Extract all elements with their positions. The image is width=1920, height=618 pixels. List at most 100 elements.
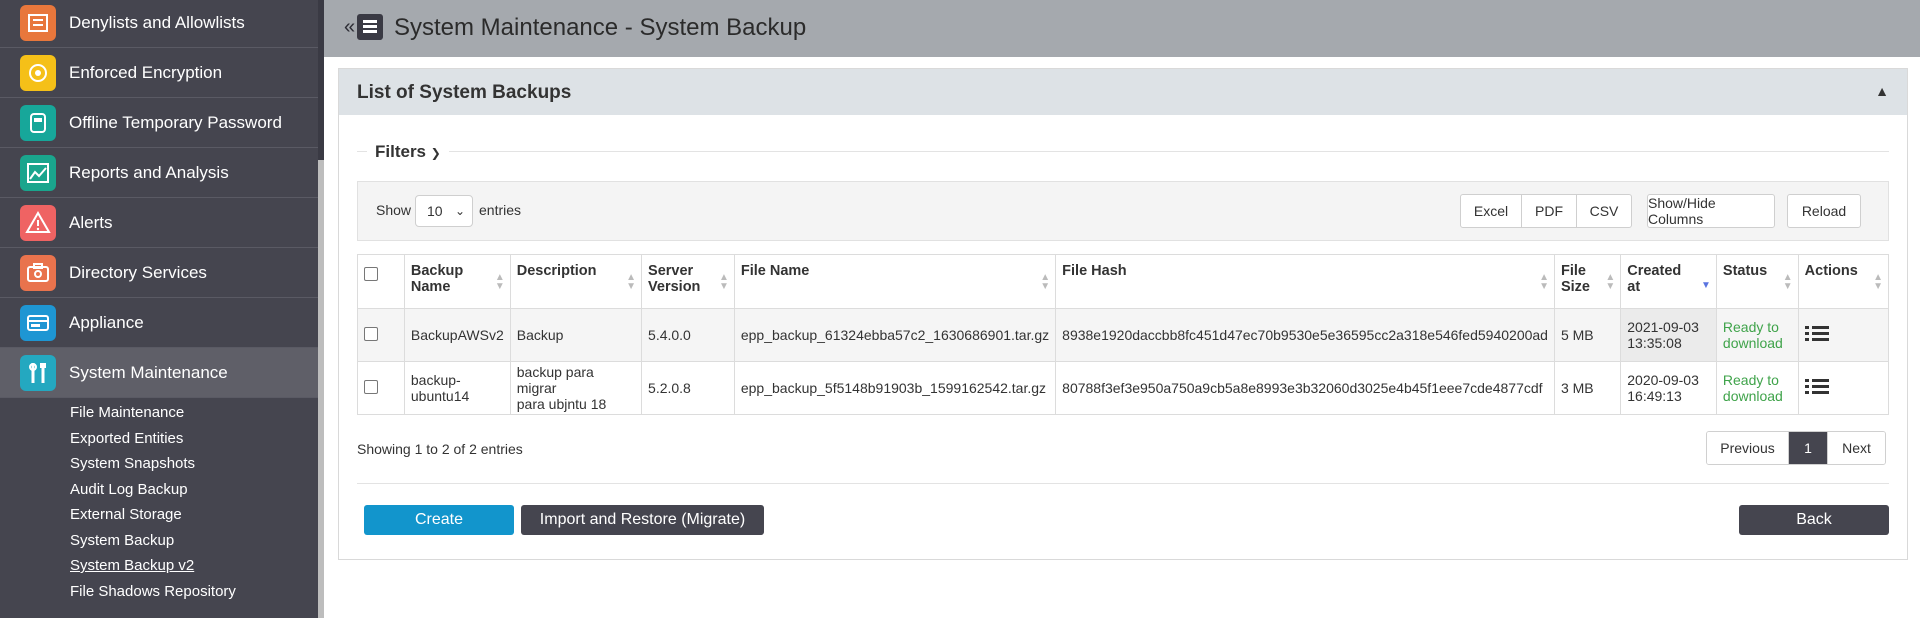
next-page-button[interactable]: Next — [1827, 432, 1885, 464]
cell-status: Ready to download — [1715, 361, 1799, 415]
cell-status: Ready to download — [1715, 308, 1799, 362]
cell-text: 13:35:08 — [1627, 335, 1682, 351]
sub-item-system-snapshots[interactable]: System Snapshots — [70, 455, 195, 472]
sidebar-item-denylists[interactable]: Denylists and Allowlists — [0, 0, 318, 48]
sidebar-item-label: Alerts — [69, 212, 113, 232]
header-label: Created — [1627, 263, 1682, 279]
sub-item-file-maintenance[interactable]: File Maintenance — [70, 404, 184, 421]
sort-icon: ▲ ▼ — [1782, 272, 1793, 292]
alert-icon — [20, 204, 56, 241]
cell-text: 2021-09-03 — [1627, 319, 1699, 335]
column-header-status[interactable]: Status ▲ ▼ — [1715, 254, 1799, 309]
export-excel-button[interactable]: Excel — [1460, 194, 1522, 228]
page-button-1[interactable]: 1 — [1789, 432, 1827, 464]
table-row[interactable]: backup-ubuntu14 backup para migrar para u… — [357, 361, 1890, 415]
sidebar-item-reports[interactable]: Reports and Analysis — [0, 148, 318, 198]
sub-item-audit-log-backup[interactable]: Audit Log Backup — [70, 481, 188, 498]
appliance-icon — [20, 304, 56, 341]
header-label: Backup — [410, 263, 464, 279]
row-checkbox[interactable] — [364, 379, 378, 394]
sub-item-exported-entities[interactable]: Exported Entities — [70, 430, 183, 447]
cell-text: 2020-09-03 — [1627, 372, 1699, 388]
cell-server-version: 5.2.0.8 — [641, 361, 735, 415]
tools-icon — [20, 354, 56, 391]
sidebar-item-label: Denylists and Allowlists — [69, 12, 245, 32]
column-header-backup-name[interactable]: Backup Name ▲ ▼ — [403, 254, 511, 309]
header-label: Name — [410, 279, 451, 295]
column-header-file-hash[interactable]: File Hash ▲ ▼ — [1055, 254, 1555, 309]
import-restore-button[interactable]: Import and Restore (Migrate) — [521, 505, 764, 535]
cell-text: backup para migrar — [516, 364, 594, 396]
table-row[interactable]: BackupAWSv2 Backup 5.4.0.0 epp_backup_61… — [357, 308, 1890, 362]
export-pdf-button[interactable]: PDF — [1521, 194, 1577, 228]
column-header-file-name[interactable]: File Name ▲ ▼ — [733, 254, 1057, 309]
column-header-server-version[interactable]: Server Version ▲ ▼ — [641, 254, 735, 309]
sidebar-toggle-button[interactable]: « — [344, 14, 384, 40]
header-label: File — [1560, 263, 1586, 279]
cell-created-at: 2021-09-03 13:35:08 — [1620, 308, 1717, 362]
status-text: download — [1722, 388, 1783, 404]
sort-descending-icon: ▼ — [1701, 280, 1711, 291]
export-csv-button[interactable]: CSV — [1576, 194, 1632, 228]
chevron-down-icon: ❯ — [430, 146, 441, 160]
sidebar: Denylists and Allowlists Enforced Encryp… — [0, 0, 324, 618]
sub-item-system-backup[interactable]: System Backup — [70, 532, 174, 549]
select-all-checkbox[interactable] — [364, 267, 378, 281]
cell-created-at: 2020-09-03 16:49:13 — [1620, 361, 1717, 415]
filters-divider — [357, 151, 1889, 152]
cell-file-size: 3 MB — [1553, 361, 1622, 415]
cell-backup-name: backup-ubuntu14 — [403, 361, 511, 415]
sidebar-item-offline-password[interactable]: Offline Temporary Password — [0, 98, 318, 148]
sidebar-item-system-maintenance[interactable]: System Maintenance — [0, 348, 318, 398]
show-hide-columns-button[interactable]: Show/Hide Columns — [1647, 194, 1775, 228]
page-title: System Maintenance - System Backup — [394, 14, 807, 41]
double-chevron-left-icon: « — [344, 16, 356, 38]
cell-description: backup para migrar para ubjntu 18 — [509, 361, 643, 415]
panel-title: List of System Backups — [357, 82, 572, 103]
page-length-select[interactable]: 10 ⌄ — [415, 195, 473, 227]
status-text: Ready to — [1722, 372, 1779, 388]
table-header-row: Backup Name ▲ ▼ Description ▲ ▼ Server Version… — [357, 254, 1890, 309]
collapse-panel-icon[interactable]: ▲ — [1875, 83, 1889, 99]
column-header-created-at[interactable]: Created at ▼ — [1620, 254, 1717, 309]
cell-description: Backup — [509, 308, 643, 362]
previous-page-button[interactable]: Previous — [1707, 432, 1789, 464]
page-length-value: 10 — [427, 203, 443, 219]
sub-item-file-shadows-repository[interactable]: File Shadows Repository — [70, 583, 236, 600]
sidebar-item-directory[interactable]: Directory Services — [0, 248, 318, 298]
column-header-description[interactable]: Description ▲ ▼ — [509, 254, 643, 309]
header-label: at — [1627, 279, 1641, 295]
chart-icon — [20, 154, 56, 191]
header-label: Status — [1722, 263, 1768, 279]
header-label: Actions — [1804, 263, 1858, 279]
page-header: « System Maintenance - System Backup — [324, 0, 1920, 57]
filters-toggle[interactable]: Filters ❯ — [367, 142, 449, 162]
chevron-down-icon: ⌄ — [454, 204, 465, 218]
reload-button[interactable]: Reload — [1787, 194, 1861, 228]
sub-item-system-backup-v2[interactable]: System Backup v2 — [70, 557, 194, 574]
sub-item-external-storage[interactable]: External Storage — [70, 506, 182, 523]
list-icon — [20, 4, 56, 41]
header-label: Server — [648, 263, 694, 279]
header-label: Size — [1560, 279, 1590, 295]
sidebar-item-appliance[interactable]: Appliance — [0, 298, 318, 348]
create-button[interactable]: Create — [364, 505, 514, 535]
sort-icon: ▲ ▼ — [1873, 272, 1883, 292]
cell-backup-name: BackupAWSv2 — [403, 308, 511, 362]
header-label: Description — [516, 263, 597, 279]
header-label: File Name — [740, 263, 810, 279]
actions-menu-icon[interactable] — [1804, 325, 1831, 343]
column-header-file-size[interactable]: File Size ▲ ▼ — [1553, 254, 1622, 309]
panel-header[interactable]: List of System Backups ▲ — [339, 69, 1907, 115]
back-button[interactable]: Back — [1739, 505, 1889, 535]
sidebar-item-enforced-encryption[interactable]: Enforced Encryption — [0, 48, 318, 98]
column-header-actions[interactable]: Actions ▲ ▼ — [1797, 254, 1890, 309]
cell-server-version: 5.4.0.0 — [641, 308, 735, 362]
sidebar-scrollbar-thumb[interactable] — [318, 160, 324, 618]
cell-file-hash: 8938e1920daccbb8fc451d47ec70b9530e5e3659… — [1055, 308, 1555, 362]
sidebar-item-label: Appliance — [69, 312, 144, 332]
cell-actions — [1797, 308, 1890, 362]
sidebar-item-alerts[interactable]: Alerts — [0, 198, 318, 248]
row-checkbox[interactable] — [364, 326, 378, 341]
actions-menu-icon[interactable] — [1804, 378, 1831, 396]
